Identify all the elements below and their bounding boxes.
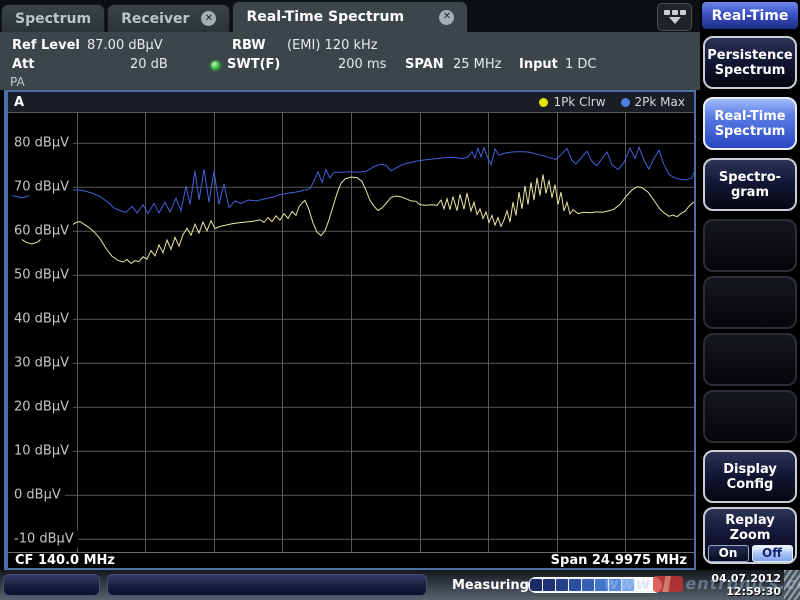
input-value[interactable]: 1 DC (565, 57, 597, 72)
softkey-empty-1 (703, 219, 797, 272)
rbw-label: RBW (232, 38, 266, 53)
datetime-display: 04.07.2012 12:59:30 (711, 572, 781, 598)
settings-bar: Ref Level 87.00 dBμV RBW (EMI) 120 kHz A… (0, 32, 700, 90)
legend-label-2pk: 2Pk Max (635, 95, 685, 109)
y-axis-label: 10 dBμV (8, 442, 73, 459)
progress-segment (609, 579, 621, 591)
close-icon[interactable]: ✕ (201, 11, 216, 26)
softkey-persistence-spectrum[interactable]: Persistence Spectrum (703, 36, 797, 89)
y-axis-label: 70 dBμV (8, 178, 73, 195)
status-bar: Measuring... 04.07.2012 12:59:30 (0, 570, 800, 600)
softkey-display-config[interactable]: Display Config (703, 450, 797, 503)
plot-canvas (8, 112, 694, 552)
tab-spectrum[interactable]: Spectrum (1, 4, 105, 32)
trace-legend: 1Pk Clrw 2Pk Max (539, 95, 694, 109)
status-segment-message (107, 574, 427, 596)
status-segment-left[interactable] (3, 574, 100, 596)
y-axis-label: -10 dBμV (8, 530, 78, 547)
tab-receiver-label: Receiver (121, 11, 189, 27)
progress-segment (543, 579, 555, 591)
swt-value[interactable]: 200 ms (338, 57, 386, 72)
att-value[interactable]: 20 dB (130, 57, 168, 72)
tab-bar: Spectrum Receiver ✕ Real-Time Spectrum ✕ (0, 0, 700, 32)
close-icon[interactable]: ✕ (439, 10, 454, 25)
sweep-led-icon (211, 61, 220, 70)
window-title-bar[interactable]: A 1Pk Clrw 2Pk Max (8, 92, 694, 112)
spectrum-analyzer-screen: Spectrum Receiver ✕ Real-Time Spectrum ✕… (0, 0, 800, 600)
tab-real-time-spectrum-label: Real-Time Spectrum (246, 9, 404, 25)
progress-segment (556, 579, 568, 591)
softkey-real-time-spectrum[interactable]: Real-Time Spectrum (703, 97, 797, 150)
ref-level-label: Ref Level (12, 38, 80, 53)
replay-zoom-on-button[interactable]: On (708, 545, 749, 562)
y-axis-label: 30 dBμV (8, 354, 73, 371)
softkey-menu-title: Real-Time (702, 2, 798, 29)
progress-segment (595, 579, 607, 591)
y-axis-label: 60 dBμV (8, 222, 73, 239)
resize-grip-icon[interactable] (784, 570, 800, 600)
replay-zoom-label: Replay Zoom (707, 513, 793, 543)
rbw-value[interactable]: (EMI) 120 kHz (287, 38, 378, 53)
softkey-empty-4 (703, 390, 797, 443)
y-axis-label: 0 dBμV (8, 486, 65, 503)
tab-real-time-spectrum[interactable]: Real-Time Spectrum ✕ (232, 1, 468, 32)
replay-zoom-toggle: On Off (708, 545, 793, 562)
tab-receiver[interactable]: Receiver ✕ (107, 4, 230, 32)
trace1-dot-icon (539, 98, 548, 107)
legend-label-1pk: 1Pk Clrw (553, 95, 605, 109)
tab-spectrum-label: Spectrum (15, 11, 91, 27)
progress-segment (569, 579, 581, 591)
y-axis-label: 50 dBμV (8, 266, 73, 283)
sweep-progress-bar (528, 577, 662, 593)
span-value[interactable]: 25 MHz (453, 57, 502, 72)
span-footer-value[interactable]: Span 24.9975 MHz (551, 553, 687, 568)
softkey-spectrogram[interactable]: Spectro-gram (703, 158, 797, 211)
window-id: A (8, 95, 24, 110)
windows-dropdown-icon[interactable] (657, 3, 692, 31)
legend-item-2pk: 2Pk Max (621, 95, 685, 109)
spectrum-plot[interactable]: 80 dBμV 70 dBμV 60 dBμV 50 dBμV 40 dBμV 30 dB… (8, 112, 694, 552)
softkey-empty-3 (703, 333, 797, 386)
y-axis-label: 80 dBμV (8, 134, 73, 151)
transducer-label: PA (10, 75, 25, 89)
softkey-menu: Real-Time Persistence Spectrum Real-Time… (700, 0, 800, 570)
trace2-dot-icon (621, 98, 630, 107)
softkey-empty-2 (703, 276, 797, 329)
input-label: Input (519, 57, 558, 72)
replay-zoom-off-button[interactable]: Off (752, 545, 793, 562)
time-value: 12:59:30 (711, 585, 781, 598)
y-axis-label: 20 dBμV (8, 398, 73, 415)
date-value: 04.07.2012 (711, 572, 781, 585)
measurement-window: A 1Pk Clrw 2Pk Max 80 dBμV 70 dBμV 60 dBμV… (4, 90, 696, 570)
span-label: SPAN (405, 57, 444, 72)
progress-segment (582, 579, 594, 591)
windows-squares-icon (664, 10, 686, 15)
legend-item-1pk: 1Pk Clrw (539, 95, 605, 109)
softkey-replay-zoom[interactable]: Replay Zoom On Off (703, 507, 797, 564)
progress-segment (530, 579, 542, 591)
progress-segment (635, 579, 647, 591)
ref-level-value[interactable]: 87.00 dBμV (87, 38, 163, 53)
att-label: Att (12, 57, 35, 72)
progress-segment (622, 579, 634, 591)
swt-label: SWT(F) (227, 57, 280, 72)
center-frequency-value[interactable]: CF 140.0 MHz (15, 553, 115, 568)
frequency-footer: CF 140.0 MHz Span 24.9975 MHz (8, 552, 694, 568)
chevron-down-icon (669, 17, 681, 24)
progress-segment (648, 579, 660, 591)
y-axis-label: 40 dBμV (8, 310, 73, 327)
